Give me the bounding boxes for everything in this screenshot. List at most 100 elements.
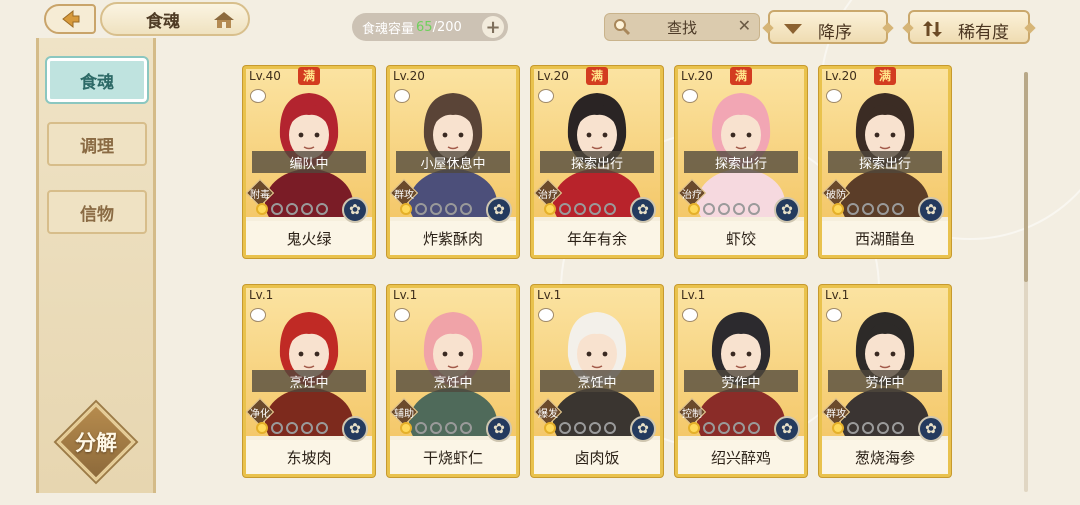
- max-level-badge: 满: [874, 67, 896, 85]
- rarity-star-icon: [301, 422, 313, 434]
- sidebar-item-tokens[interactable]: 信物: [47, 190, 147, 234]
- level-label: Lv.1: [393, 288, 418, 302]
- sidebar-item-conditioning[interactable]: 调理: [47, 122, 147, 166]
- food-soul-name: 绍兴醉鸡: [678, 440, 804, 474]
- rarity-star-icon: [589, 203, 601, 215]
- back-button[interactable]: [44, 4, 96, 34]
- rarity-star-icon: [892, 203, 904, 215]
- rarity-star-icon: [862, 203, 874, 215]
- rarity-star-icon: [544, 203, 556, 215]
- rarity-star-icon: [688, 422, 700, 434]
- rarity-stars: [832, 422, 904, 434]
- top-bar: 食魂 食魂容量 65 /200 + 查找 ✕ 降序 稀有度: [0, 0, 1080, 52]
- chat-bubble-icon: [682, 89, 698, 103]
- scrollbar[interactable]: [1024, 72, 1028, 492]
- food-soul-name: 西湖醋鱼: [822, 221, 948, 255]
- element-emblem-icon: ✿: [486, 197, 512, 223]
- chat-bubble-icon: [826, 308, 842, 322]
- rarity-star-icon: [271, 422, 283, 434]
- food-soul-card[interactable]: Lv.20 满探索出行 治疗 ✿ 年年有余: [531, 66, 663, 258]
- page-title-tab: 食魂: [100, 2, 250, 36]
- element-emblem-icon: ✿: [342, 416, 368, 442]
- element-emblem-icon: ✿: [486, 416, 512, 442]
- element-emblem-icon: ✿: [918, 197, 944, 223]
- rarity-stars: [832, 203, 904, 215]
- rarity-star-icon: [256, 422, 268, 434]
- decompose-label: 分解: [75, 430, 117, 455]
- rarity-star-icon: [574, 422, 586, 434]
- role-label: 净化: [250, 409, 270, 420]
- rarity-star-icon: [460, 422, 472, 434]
- food-soul-card[interactable]: Lv.20 满探索出行 治疗 ✿ 虾饺: [675, 66, 807, 258]
- food-soul-card[interactable]: Lv.20 满探索出行 破防 ✿ 西湖醋鱼: [819, 66, 951, 258]
- status-banner: 探索出行: [828, 151, 942, 173]
- food-soul-card[interactable]: Lv.1 烹饪中 爆发 ✿ 卤肉饭: [531, 285, 663, 477]
- rarity-star-icon: [847, 203, 859, 215]
- page-title: 食魂: [146, 11, 180, 32]
- rarity-star-icon: [316, 422, 328, 434]
- character-art: [553, 93, 641, 217]
- rarity-star-icon: [718, 203, 730, 215]
- food-soul-name: 虾饺: [678, 221, 804, 255]
- food-soul-card[interactable]: Lv.1 烹饪中 净化 ✿ 东坡肉: [243, 285, 375, 477]
- level-label: Lv.20: [681, 69, 713, 83]
- rarity-star-icon: [733, 422, 745, 434]
- chat-bubble-icon: [826, 89, 842, 103]
- rarity-star-icon: [316, 203, 328, 215]
- food-soul-card[interactable]: Lv.1 劳作中 群攻 ✿ 葱烧海参: [819, 285, 951, 477]
- food-soul-card[interactable]: Lv.1 烹饪中 辅助 ✿ 干烧虾仁: [387, 285, 519, 477]
- level-label: Lv.1: [537, 288, 562, 302]
- sidebar-item-label: 食魂: [80, 72, 114, 93]
- rarity-star-icon: [748, 422, 760, 434]
- sort-rarity-button[interactable]: 稀有度: [908, 10, 1030, 44]
- clear-search-icon[interactable]: ✕: [738, 16, 751, 35]
- rarity-star-icon: [589, 422, 601, 434]
- rarity-star-icon: [271, 203, 283, 215]
- element-emblem-icon: ✿: [342, 197, 368, 223]
- role-label: 群攻: [394, 190, 414, 201]
- sidebar-item-food-souls[interactable]: 食魂: [47, 58, 147, 102]
- rarity-star-icon: [688, 203, 700, 215]
- capacity-max: /200: [432, 19, 462, 35]
- search-input[interactable]: 查找 ✕: [604, 13, 760, 41]
- status-banner: 探索出行: [540, 151, 654, 173]
- role-label: 治疗: [538, 190, 558, 201]
- capacity-indicator: 食魂容量 65 /200 +: [352, 13, 508, 41]
- sort-arrows-icon: [923, 21, 942, 37]
- food-soul-card[interactable]: Lv.40 满编队中 附毒 ✿ 鬼火绿: [243, 66, 375, 258]
- rarity-star-icon: [892, 422, 904, 434]
- status-banner: 烹饪中: [396, 370, 510, 392]
- role-label: 辅助: [394, 409, 414, 420]
- food-soul-card[interactable]: Lv.20 小屋休息中 群攻 ✿ 炸紫酥肉: [387, 66, 519, 258]
- food-soul-card[interactable]: Lv.1 劳作中 控制 ✿ 绍兴醉鸡: [675, 285, 807, 477]
- chat-bubble-icon: [538, 89, 554, 103]
- element-emblem-icon: ✿: [774, 416, 800, 442]
- element-emblem-icon: ✿: [918, 416, 944, 442]
- rarity-stars: [400, 422, 472, 434]
- sort-descending-label: 降序: [818, 23, 852, 43]
- character-art: [265, 93, 353, 217]
- capacity-add-button[interactable]: +: [482, 16, 504, 38]
- home-icon[interactable]: [212, 10, 236, 30]
- food-soul-name: 葱烧海参: [822, 440, 948, 474]
- chat-bubble-icon: [394, 89, 410, 103]
- role-label: 控制: [682, 409, 702, 420]
- rarity-star-icon: [559, 422, 571, 434]
- rarity-star-icon: [415, 203, 427, 215]
- food-soul-name: 卤肉饭: [534, 440, 660, 474]
- sort-descending-button[interactable]: 降序: [768, 10, 888, 44]
- rarity-stars: [688, 422, 760, 434]
- scrollbar-thumb[interactable]: [1024, 72, 1028, 282]
- character-art: [409, 312, 497, 436]
- rarity-star-icon: [256, 203, 268, 215]
- rarity-star-icon: [862, 422, 874, 434]
- level-label: Lv.20: [537, 69, 569, 83]
- level-label: Lv.1: [681, 288, 706, 302]
- rarity-star-icon: [877, 203, 889, 215]
- chat-bubble-icon: [682, 308, 698, 322]
- decompose-button[interactable]: 分解: [56, 402, 136, 482]
- status-banner: 劳作中: [828, 370, 942, 392]
- character-art: [409, 93, 497, 217]
- food-soul-name: 鬼火绿: [246, 221, 372, 255]
- chat-bubble-icon: [538, 308, 554, 322]
